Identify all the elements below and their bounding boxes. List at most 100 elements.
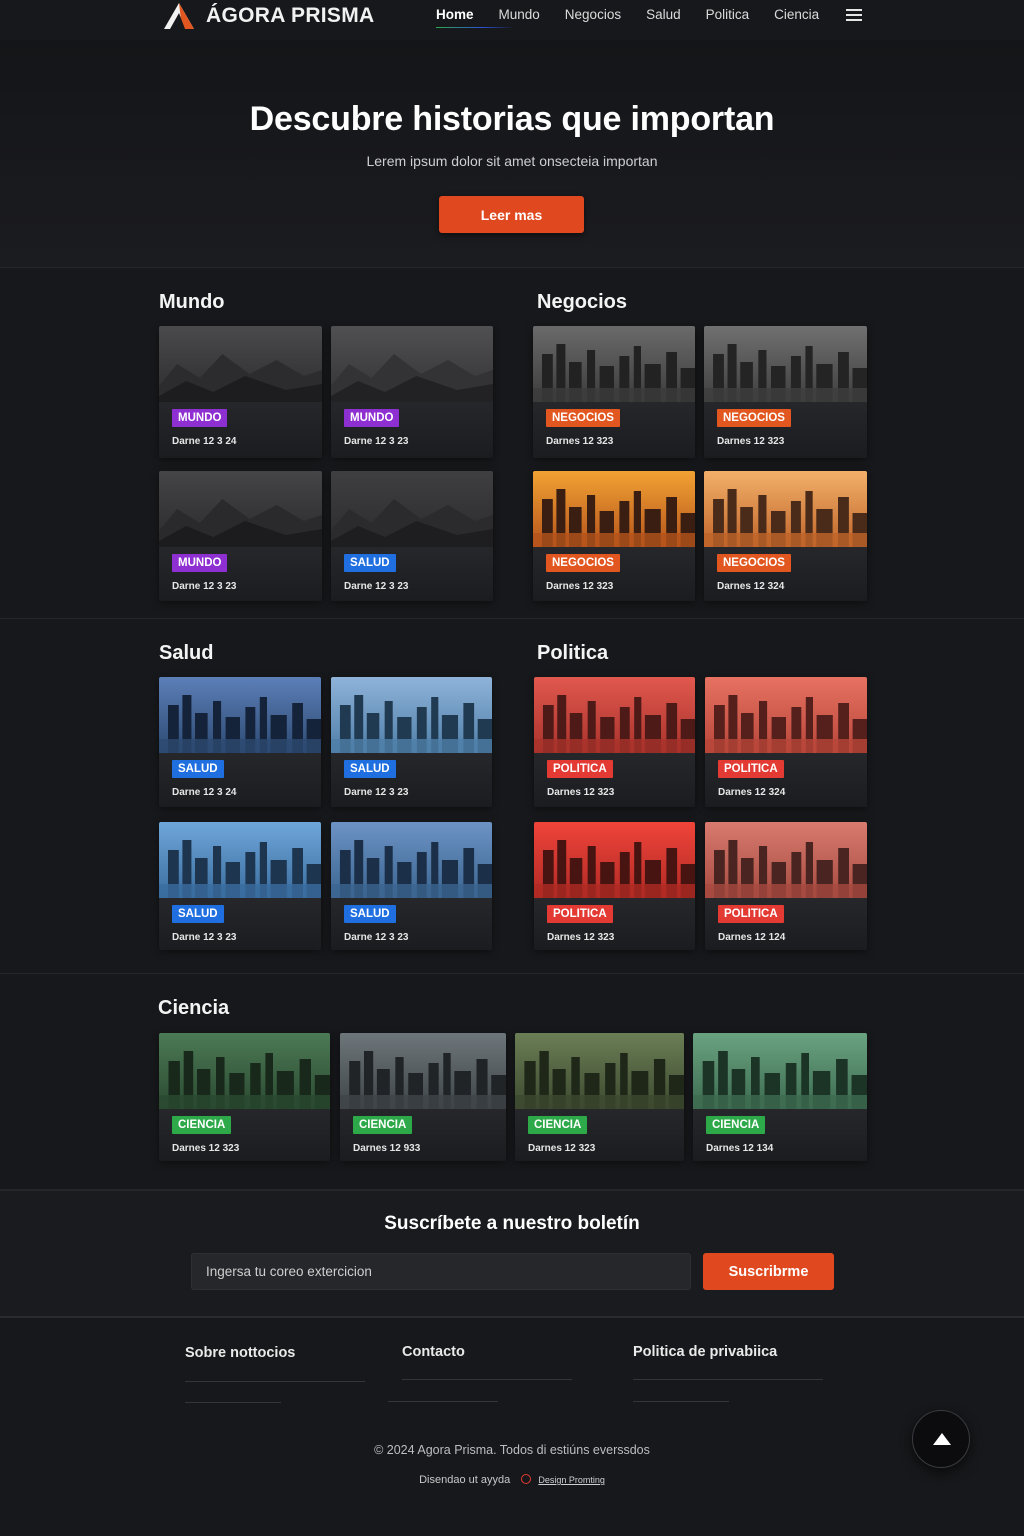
article-thumbnail[interactable] — [340, 1033, 506, 1109]
category-badge[interactable]: NEGOCIOS — [717, 554, 791, 572]
article-card-salud[interactable]: SALUD Darne 12 3 23 — [159, 822, 321, 950]
nav-mundo[interactable]: Mundo — [499, 7, 540, 22]
category-badge[interactable]: SALUD — [344, 905, 396, 923]
article-card-politica[interactable]: POLITICA Darnes 12 323 — [534, 677, 695, 807]
category-badge[interactable]: NEGOCIOS — [546, 554, 620, 572]
article-thumbnail[interactable] — [331, 677, 492, 753]
article-thumbnail[interactable] — [515, 1033, 684, 1109]
article-card-negocios[interactable]: NEGOCIOS Darnes 12 323 — [533, 471, 695, 601]
newsletter-section: Suscríbete a nuestro boletín Suscribrme — [0, 1190, 1024, 1318]
article-thumbnail[interactable] — [693, 1033, 867, 1109]
article-card-mundo[interactable]: MUNDO Darne 12 3 24 — [159, 326, 322, 458]
article-date: Darne 12 3 23 — [344, 787, 409, 798]
article-card-salud[interactable]: SALUD Darne 12 3 23 — [331, 822, 492, 950]
article-card-politica[interactable]: POLITICA Darnes 12 124 — [705, 822, 867, 950]
section-title-ciencia: Ciencia — [158, 997, 230, 1019]
article-thumbnail[interactable] — [705, 677, 867, 753]
category-badge[interactable]: MUNDO — [172, 409, 228, 427]
footer-divider — [633, 1401, 729, 1402]
article-card-mundo[interactable]: SALUD Darne 12 3 23 — [331, 471, 493, 601]
category-badge[interactable]: NEGOCIOS — [717, 409, 791, 427]
article-card-negocios[interactable]: NEGOCIOS Darnes 12 323 — [533, 326, 695, 458]
logo[interactable]: ÁGORA PRISMA — [160, 0, 375, 32]
read-more-button[interactable]: Leer mas — [439, 196, 584, 233]
article-date: Darnes 12 323 — [547, 787, 615, 798]
nav-salud[interactable]: Salud — [646, 7, 681, 22]
article-thumbnail[interactable] — [159, 471, 322, 547]
article-card-ciencia[interactable]: CIENCIA Darnes 12 933 — [340, 1033, 506, 1161]
article-card-mundo[interactable]: MUNDO Darne 12 3 23 — [159, 471, 322, 601]
category-badge[interactable]: POLITICA — [718, 905, 784, 923]
category-badge[interactable]: CIENCIA — [353, 1116, 413, 1134]
category-badge[interactable]: NEGOCIOS — [546, 409, 620, 427]
category-badge[interactable]: MUNDO — [344, 409, 400, 427]
article-date: Darne 12 3 23 — [344, 932, 409, 943]
category-badge[interactable]: CIENCIA — [528, 1116, 588, 1134]
category-badge[interactable]: POLITICA — [547, 905, 613, 923]
article-thumbnail[interactable] — [534, 822, 695, 898]
nav-home[interactable]: Home — [436, 7, 513, 28]
article-card-ciencia[interactable]: CIENCIA Darnes 12 134 — [693, 1033, 867, 1161]
category-badge[interactable]: SALUD — [172, 760, 224, 778]
footer-divider — [388, 1401, 498, 1402]
category-badge[interactable]: SALUD — [344, 554, 396, 572]
article-card-ciencia[interactable]: CIENCIA Darnes 12 323 — [159, 1033, 330, 1161]
article-card-ciencia[interactable]: CIENCIA Darnes 12 323 — [515, 1033, 684, 1161]
article-thumbnail[interactable] — [533, 326, 695, 402]
category-badge[interactable]: SALUD — [344, 760, 396, 778]
article-thumbnail[interactable] — [159, 822, 321, 898]
article-date: Darnes 12 933 — [353, 1143, 421, 1154]
article-date: Darnes 12 324 — [717, 581, 785, 592]
footer-link-about[interactable]: Sobre nottocios — [185, 1345, 295, 1361]
section-title-mundo: Mundo — [159, 291, 225, 313]
scroll-to-top-button[interactable] — [912, 1410, 970, 1468]
article-thumbnail[interactable] — [159, 1033, 330, 1109]
category-badge[interactable]: MUNDO — [172, 554, 228, 572]
article-card-politica[interactable]: POLITICA Darnes 12 324 — [705, 677, 867, 807]
hero-section: Descubre historias que importan Lerem ip… — [0, 40, 1024, 268]
article-date: Darne 12 3 23 — [344, 436, 409, 447]
nav-negocios[interactable]: Negocios — [565, 7, 621, 22]
article-date: Darnes 12 323 — [717, 436, 785, 447]
article-card-politica[interactable]: POLITICA Darnes 12 323 — [534, 822, 695, 950]
category-badge[interactable]: CIENCIA — [172, 1116, 232, 1134]
footer-link-contact[interactable]: Contacto — [402, 1344, 465, 1360]
article-thumbnail[interactable] — [705, 822, 867, 898]
category-badge[interactable]: POLITICA — [547, 760, 613, 778]
section-band-1 — [0, 268, 1024, 619]
article-date: Darnes 12 323 — [547, 932, 615, 943]
category-badge[interactable]: SALUD — [172, 905, 224, 923]
newsletter-email-input[interactable] — [191, 1253, 691, 1290]
footer-divider — [185, 1402, 281, 1403]
article-thumbnail[interactable] — [159, 326, 322, 402]
article-date: Darnes 12 323 — [172, 1143, 240, 1154]
article-thumbnail[interactable] — [159, 677, 321, 753]
subscribe-button[interactable]: Suscribrme — [703, 1253, 834, 1290]
article-date: Darnes 12 324 — [718, 787, 786, 798]
article-date: Darne 12 3 23 — [344, 581, 409, 592]
article-date: Darnes 12 323 — [546, 436, 614, 447]
hamburger-menu-icon[interactable] — [846, 9, 862, 21]
article-card-salud[interactable]: SALUD Darne 12 3 23 — [331, 677, 492, 807]
article-thumbnail[interactable] — [534, 677, 695, 753]
article-card-mundo[interactable]: MUNDO Darne 12 3 23 — [331, 326, 493, 458]
category-badge[interactable]: CIENCIA — [706, 1116, 766, 1134]
article-thumbnail[interactable] — [704, 326, 867, 402]
nav-ciencia[interactable]: Ciencia — [774, 7, 819, 22]
article-thumbnail[interactable] — [331, 326, 493, 402]
article-thumbnail[interactable] — [533, 471, 695, 547]
nav-politica[interactable]: Politica — [706, 7, 750, 22]
article-card-salud[interactable]: SALUD Darne 12 3 24 — [159, 677, 321, 807]
article-thumbnail[interactable] — [331, 471, 493, 547]
credit-link[interactable]: Design Promting — [538, 1475, 605, 1485]
footer-link-privacy[interactable]: Politica de privabiica — [633, 1344, 777, 1360]
article-card-negocios[interactable]: NEGOCIOS Darnes 12 324 — [704, 471, 867, 601]
article-thumbnail[interactable] — [704, 471, 867, 547]
section-band-3 — [0, 974, 1024, 1190]
category-badge[interactable]: POLITICA — [718, 760, 784, 778]
article-date: Darne 12 3 23 — [172, 932, 237, 943]
top-navbar: ÁGORA PRISMA Home Mundo Negocios Salud P… — [0, 0, 1024, 40]
article-card-negocios[interactable]: NEGOCIOS Darnes 12 323 — [704, 326, 867, 458]
section-title-negocios: Negocios — [537, 291, 628, 313]
article-thumbnail[interactable] — [331, 822, 492, 898]
